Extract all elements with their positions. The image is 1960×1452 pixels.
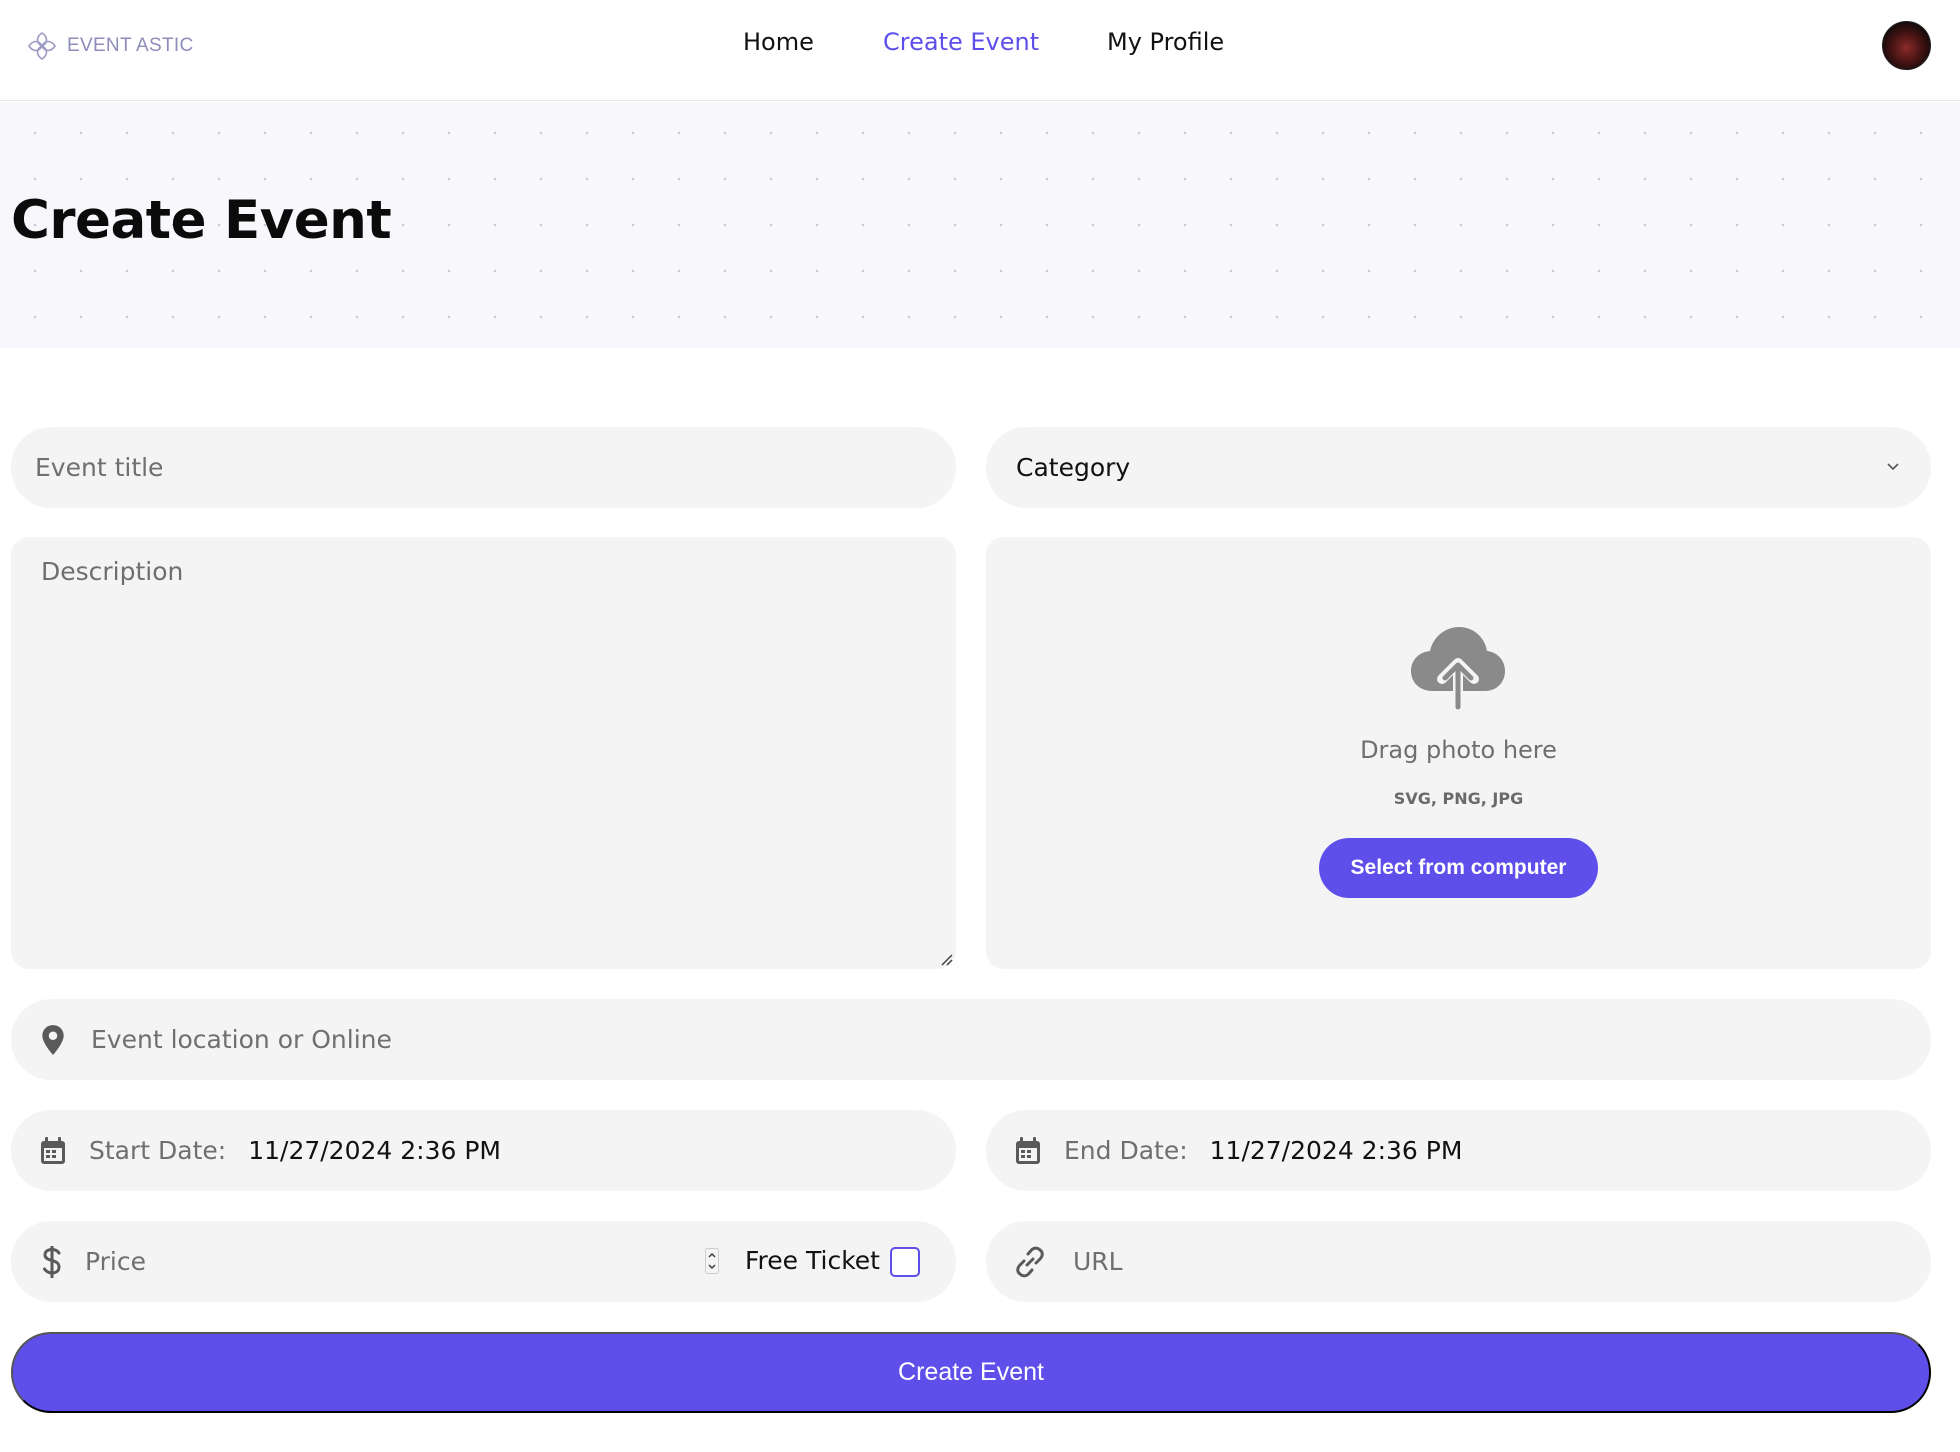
url-input[interactable]: URL [986, 1221, 1931, 1302]
nav-home[interactable]: Home [743, 28, 814, 56]
free-ticket-label: Free Ticket [745, 1246, 880, 1275]
upload-drag-text: Drag photo here [1360, 736, 1557, 764]
upload-formats: SVG, PNG, JPG [1393, 789, 1524, 808]
price-field[interactable]: Price Free Ticket [11, 1221, 956, 1302]
description-textarea[interactable]: Description [11, 537, 956, 969]
end-date-value[interactable]: 11/27/2024 2:36 PM [1210, 1136, 1463, 1165]
end-date-label: End Date: [1064, 1136, 1188, 1165]
chevron-down-icon [1885, 459, 1901, 475]
nav-my-profile[interactable]: My Profile [1107, 28, 1224, 56]
link-icon [1013, 1245, 1047, 1279]
resize-handle-icon[interactable] [938, 951, 954, 967]
user-avatar[interactable] [1882, 21, 1931, 70]
event-title-placeholder: Event title [35, 453, 164, 482]
select-from-computer-button[interactable]: Select from computer [1319, 838, 1598, 898]
description-placeholder: Description [41, 557, 184, 586]
url-placeholder: URL [1073, 1247, 1123, 1276]
free-ticket-checkbox[interactable] [890, 1247, 920, 1277]
number-spinner-icon[interactable] [705, 1248, 719, 1274]
end-date-field[interactable]: End Date: 11/27/2024 2:36 PM [986, 1110, 1931, 1191]
photo-upload-area[interactable]: Drag photo here SVG, PNG, JPG [986, 537, 1931, 969]
calendar-icon [1014, 1136, 1042, 1166]
location-pin-icon [39, 1024, 67, 1056]
event-title-input[interactable]: Event title [11, 427, 956, 508]
calendar-icon [39, 1136, 67, 1166]
logo[interactable]: EVENT ASTIC [25, 28, 194, 64]
category-select[interactable]: Category [986, 427, 1931, 508]
event-location-placeholder: Event location or Online [91, 1025, 392, 1054]
event-location-input[interactable]: Event location or Online [11, 999, 1931, 1080]
top-navbar: EVENT ASTIC Home Create Event My Profile [0, 0, 1960, 101]
page-title: Create Event [11, 190, 392, 251]
dollar-icon [41, 1244, 63, 1280]
logo-icon [25, 29, 59, 63]
price-placeholder: Price [85, 1247, 146, 1276]
logo-text: EVENT ASTIC [67, 35, 194, 56]
start-date-value[interactable]: 11/27/2024 2:36 PM [248, 1136, 501, 1165]
cloud-upload-icon [1409, 625, 1507, 711]
create-event-submit-button[interactable]: Create Event [11, 1332, 1931, 1413]
category-placeholder: Category [1016, 453, 1131, 482]
nav-create-event[interactable]: Create Event [883, 28, 1039, 56]
start-date-label: Start Date: [89, 1136, 227, 1165]
start-date-field[interactable]: Start Date: 11/27/2024 2:36 PM [11, 1110, 956, 1191]
